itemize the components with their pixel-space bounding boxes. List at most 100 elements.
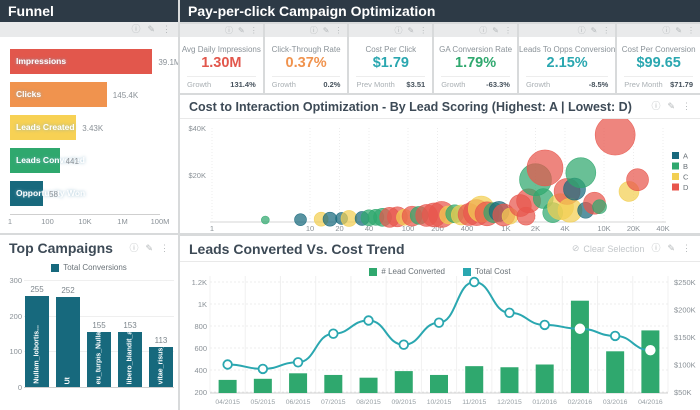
legend-item[interactable]: Total Conversions: [51, 263, 127, 272]
more-icon[interactable]: ⋮: [682, 102, 691, 111]
leads-bar[interactable]: [641, 330, 659, 393]
kpi-value: 1.79%: [434, 55, 517, 71]
bubble-legend-label[interactable]: B: [683, 162, 688, 171]
legend-label: # Lead Converted: [381, 267, 445, 276]
cost-point[interactable]: [294, 358, 303, 367]
bubble[interactable]: [566, 158, 596, 188]
funnel-chart: Impressions39.1MClicks145.4KLeads Create…: [0, 37, 178, 233]
bubble[interactable]: [295, 214, 307, 226]
leads-bar[interactable]: [571, 301, 589, 393]
info-icon[interactable]: ⓘ: [651, 102, 660, 111]
more-icon[interactable]: ⋮: [602, 27, 610, 35]
edit-icon[interactable]: ✎: [323, 27, 330, 35]
info-icon[interactable]: ⓘ: [310, 27, 318, 35]
leads-bar[interactable]: [536, 365, 554, 394]
more-icon[interactable]: ⋮: [162, 25, 171, 34]
leads-bar[interactable]: [606, 351, 624, 393]
funnel-bar[interactable]: Opportunity Won: [10, 181, 43, 206]
more-icon[interactable]: ⋮: [504, 27, 512, 35]
info-icon[interactable]: ⓘ: [651, 244, 660, 253]
cost-point[interactable]: [611, 332, 620, 341]
kpi-card: ⓘ✎⋮Avg Daily Impressions1.30MGrowth131.4…: [180, 24, 263, 93]
edit-icon[interactable]: ✎: [408, 27, 415, 35]
cost-point[interactable]: [399, 340, 408, 349]
info-icon[interactable]: ⓘ: [395, 27, 403, 35]
kpi-label: Cost Per Conversion: [617, 45, 700, 54]
campaign-bar[interactable]: libero_blandit_ac...: [118, 332, 142, 387]
funnel-panel: Funnel ⓘ ✎ ⋮ Impressions39.1MClicks145.4…: [0, 0, 178, 233]
bubble-legend-label[interactable]: A: [683, 152, 688, 161]
info-icon[interactable]: ⓘ: [578, 27, 586, 35]
edit-icon[interactable]: ✎: [675, 27, 682, 35]
bubble-legend-label[interactable]: D: [683, 183, 689, 192]
bubble[interactable]: [527, 150, 563, 186]
funnel-bar[interactable]: Clicks: [10, 82, 107, 107]
funnel-bar[interactable]: Leads Created: [10, 115, 76, 140]
more-icon[interactable]: ⋮: [250, 27, 258, 35]
kpi-value: 0.37%: [265, 55, 348, 71]
edit-icon[interactable]: ✎: [667, 244, 675, 253]
more-icon[interactable]: ⋮: [334, 27, 342, 35]
cost-point[interactable]: [435, 318, 444, 327]
edit-icon[interactable]: ✎: [238, 27, 245, 35]
campaign-bar[interactable]: vitae_risus_...: [149, 347, 173, 387]
bubble[interactable]: [595, 119, 635, 155]
leads-bar[interactable]: [254, 379, 272, 393]
info-icon[interactable]: ⓘ: [225, 27, 233, 35]
kpi-sub-value: 131.4%: [230, 80, 255, 89]
more-icon[interactable]: ⋮: [682, 244, 691, 253]
clear-selection-button[interactable]: ⊘ Clear Selection: [572, 243, 645, 254]
bubble-legend-label[interactable]: C: [683, 173, 689, 182]
funnel-bar[interactable]: Leads Converted: [10, 148, 60, 173]
more-icon[interactable]: ⋮: [687, 27, 695, 35]
cost-point[interactable]: [364, 316, 373, 325]
cost-point[interactable]: [540, 321, 549, 330]
cost-point[interactable]: [259, 365, 268, 374]
bubble[interactable]: [261, 216, 269, 224]
edit-icon[interactable]: ✎: [492, 27, 499, 35]
leads-panel: Leads Converted Vs. Cost Trend ⊘ Clear S…: [180, 236, 700, 410]
cost-point[interactable]: [470, 278, 479, 287]
cost-point-selected[interactable]: [646, 346, 655, 355]
leads-bar[interactable]: [219, 380, 237, 393]
cost-point[interactable]: [329, 329, 338, 338]
cost-point[interactable]: [223, 360, 232, 369]
info-icon[interactable]: ⓘ: [479, 27, 487, 35]
leads-bar[interactable]: [395, 371, 413, 393]
edit-icon[interactable]: ✎: [145, 244, 153, 253]
bubble[interactable]: [593, 200, 607, 214]
kpi-label: Click-Through Rate: [265, 45, 348, 54]
campaign-bar[interactable]: eu_turpis_Nulla...: [87, 332, 111, 387]
more-icon[interactable]: ⋮: [419, 27, 427, 35]
leads-bar[interactable]: [430, 375, 448, 393]
edit-icon[interactable]: ✎: [591, 27, 598, 35]
cost-point-selected[interactable]: [576, 324, 585, 333]
leads-bar[interactable]: [324, 375, 342, 393]
funnel-bar-value: 145.4K: [113, 91, 138, 100]
info-icon[interactable]: ⓘ: [662, 27, 670, 35]
funnel-bar-value: 3.43K: [82, 124, 103, 133]
leads-bar[interactable]: [360, 378, 378, 393]
kpi-toolbar: ⓘ ✎ ⋮: [349, 24, 432, 37]
cost-point[interactable]: [505, 309, 514, 318]
leads-bar[interactable]: [289, 373, 307, 393]
leads-bar[interactable]: [465, 366, 483, 393]
kpi-toolbar: ⓘ ✎ ⋮: [180, 24, 263, 37]
legend-item[interactable]: # Lead Converted: [369, 267, 445, 276]
funnel-bar[interactable]: Impressions: [10, 49, 152, 74]
info-icon[interactable]: ⓘ: [129, 244, 138, 253]
leads-x-tick: 06/2015: [286, 399, 311, 406]
legend-item[interactable]: Total Cost: [463, 267, 511, 276]
bubble[interactable]: [323, 212, 337, 226]
bubble[interactable]: [341, 210, 357, 226]
campaign-bar[interactable]: Nullam_lobortis...: [25, 296, 49, 387]
more-icon[interactable]: ⋮: [160, 244, 169, 253]
kpi-subrow: Growth131.4%: [180, 77, 263, 89]
edit-icon[interactable]: ✎: [667, 102, 675, 111]
campaign-bar[interactable]: Ut: [56, 297, 80, 387]
leads-bar[interactable]: [500, 367, 518, 393]
bubble[interactable]: [627, 169, 649, 191]
edit-icon[interactable]: ✎: [147, 25, 155, 34]
top-campaigns-legend: Total Conversions: [0, 263, 178, 272]
info-icon[interactable]: ⓘ: [131, 25, 140, 34]
